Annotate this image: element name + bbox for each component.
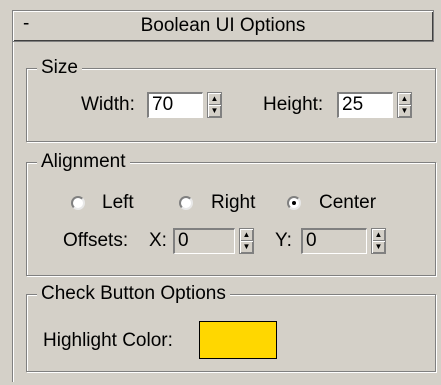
width-spinner[interactable]: ▲ ▼ [207, 92, 222, 118]
boolean-ui-options-panel: - Boolean UI Options Size Width: 70 ▲ ▼ … [4, 6, 436, 382]
highlight-color-label: Highlight Color: [43, 330, 173, 351]
height-spinner[interactable]: ▲ ▼ [397, 92, 412, 118]
spinner-down-icon[interactable]: ▼ [208, 105, 221, 117]
rollout-header[interactable]: - Boolean UI Options [12, 10, 434, 42]
alignment-group: Alignment Left Right Center Offsets: X: … [26, 151, 436, 276]
offsets-label: Offsets: [63, 230, 129, 251]
offset-y-spinner[interactable]: ▲ ▼ [371, 228, 386, 254]
spinner-up-icon[interactable]: ▲ [398, 93, 411, 105]
check-button-options-legend: Check Button Options [37, 283, 230, 305]
size-group: Size Width: 70 ▲ ▼ Height: 25 ▲ ▼ [26, 57, 436, 142]
offset-x-spinner[interactable]: ▲ ▼ [239, 228, 254, 254]
check-button-options-group: Check Button Options Highlight Color: [26, 283, 436, 372]
spinner-down-icon[interactable]: ▼ [398, 105, 411, 117]
width-label: Width: [81, 94, 135, 115]
alignment-legend: Alignment [37, 151, 130, 173]
spinner-up-icon[interactable]: ▲ [372, 229, 385, 241]
offset-y-label: Y: [275, 230, 292, 251]
offset-x-input[interactable]: 0 [173, 228, 235, 254]
radio-left[interactable] [71, 196, 85, 210]
radio-right-label[interactable]: Right [211, 191, 255, 215]
spinner-down-icon[interactable]: ▼ [372, 241, 385, 253]
radio-center[interactable] [287, 196, 301, 210]
radio-center-label[interactable]: Center [319, 191, 376, 215]
offset-x-label: X: [149, 230, 167, 251]
height-input[interactable]: 25 [337, 92, 393, 118]
size-legend: Size [37, 57, 82, 79]
width-input[interactable]: 70 [147, 92, 203, 118]
collapse-indicator[interactable]: - [23, 13, 29, 35]
offset-y-input[interactable]: 0 [301, 228, 367, 254]
spinner-up-icon[interactable]: ▲ [208, 93, 221, 105]
height-label: Height: [263, 94, 324, 115]
radio-left-label[interactable]: Left [102, 191, 134, 215]
highlight-color-swatch[interactable] [199, 321, 277, 359]
rollout-border-highlight [13, 32, 14, 382]
spinner-down-icon[interactable]: ▼ [240, 241, 253, 253]
rollout-title: Boolean UI Options [140, 15, 306, 36]
radio-right[interactable] [179, 196, 193, 210]
spinner-up-icon[interactable]: ▲ [240, 229, 253, 241]
